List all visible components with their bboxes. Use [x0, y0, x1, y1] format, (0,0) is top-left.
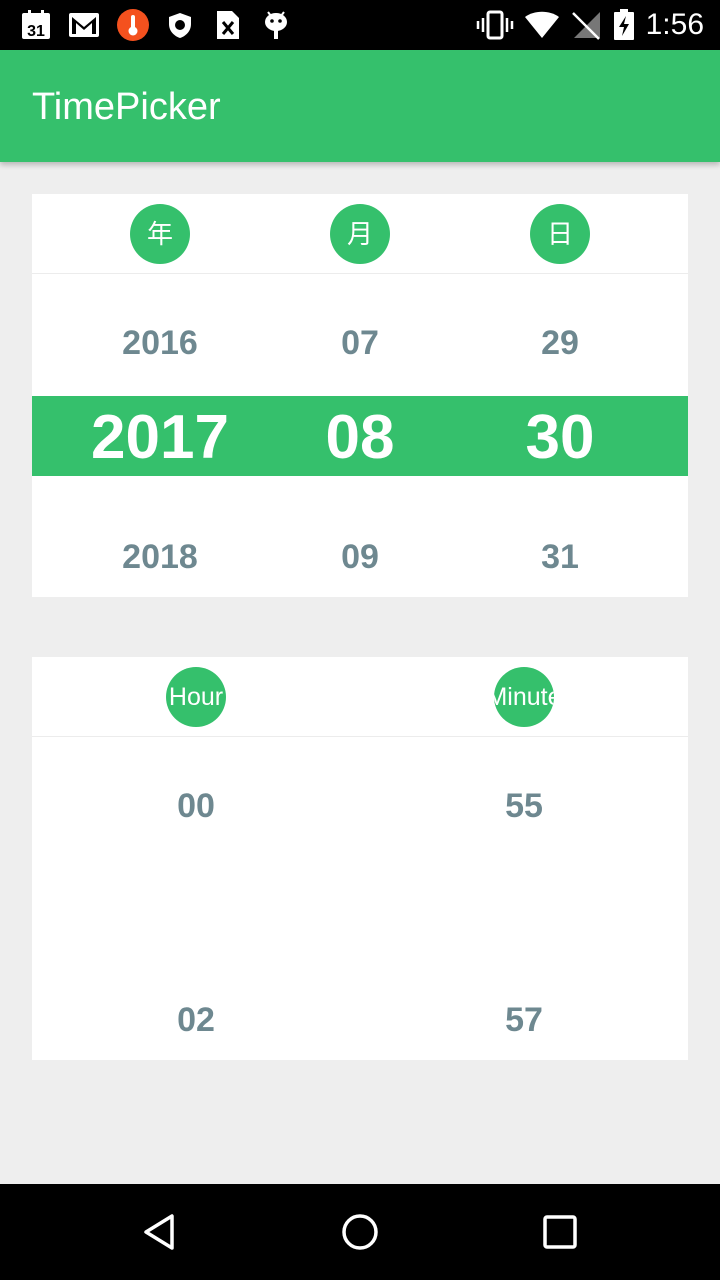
minute-prev[interactable]: 55	[424, 787, 624, 826]
shield-icon	[166, 9, 194, 41]
year-selected[interactable]: 2017	[60, 402, 260, 473]
battery-charging-icon	[612, 9, 636, 41]
home-icon[interactable]	[334, 1206, 386, 1258]
vibrate-icon	[476, 9, 514, 41]
thermometer-icon	[116, 9, 150, 41]
calendar-day-label: 31	[27, 23, 45, 40]
back-icon[interactable]	[134, 1206, 186, 1258]
status-time: 1:56	[645, 8, 704, 41]
status-bar: 31 1:56	[0, 0, 720, 50]
year-next[interactable]: 2018	[60, 538, 260, 577]
time-header-row: Hour Minute	[32, 657, 688, 737]
app-bar: TimePicker	[0, 50, 720, 162]
minute-badge: Minute	[494, 667, 554, 727]
calendar-icon: 31	[20, 9, 52, 41]
day-badge: 日	[530, 204, 590, 264]
month-prev[interactable]: 07	[260, 324, 460, 363]
month-next[interactable]: 09	[260, 538, 460, 577]
month-selected[interactable]: 08	[260, 402, 460, 473]
recents-icon[interactable]	[534, 1206, 586, 1258]
year-badge: 年	[130, 204, 190, 264]
year-prev[interactable]: 2016	[60, 324, 260, 363]
no-signal-icon	[570, 9, 602, 41]
app-title: TimePicker	[32, 86, 221, 128]
hour-prev[interactable]: 00	[96, 787, 296, 826]
wifi-icon	[524, 9, 560, 41]
day-selected[interactable]: 30	[460, 402, 660, 473]
android-icon	[262, 9, 290, 41]
date-header-row: 年 月 日	[32, 194, 688, 274]
hour-badge: Hour	[166, 667, 226, 727]
month-badge: 月	[330, 204, 390, 264]
hour-next[interactable]: 02	[96, 1001, 296, 1040]
date-picker-card: 年 月 日 2016 2017 2018 07 08 09 29 30 31	[32, 194, 688, 597]
day-prev[interactable]: 29	[460, 324, 660, 363]
gmail-icon	[68, 9, 100, 41]
time-picker-card: Hour Minute 00 02 55 57	[32, 657, 688, 1060]
navigation-bar	[0, 1184, 720, 1280]
sim-card-icon	[214, 9, 242, 41]
minute-next[interactable]: 57	[424, 1001, 624, 1040]
day-next[interactable]: 31	[460, 538, 660, 577]
